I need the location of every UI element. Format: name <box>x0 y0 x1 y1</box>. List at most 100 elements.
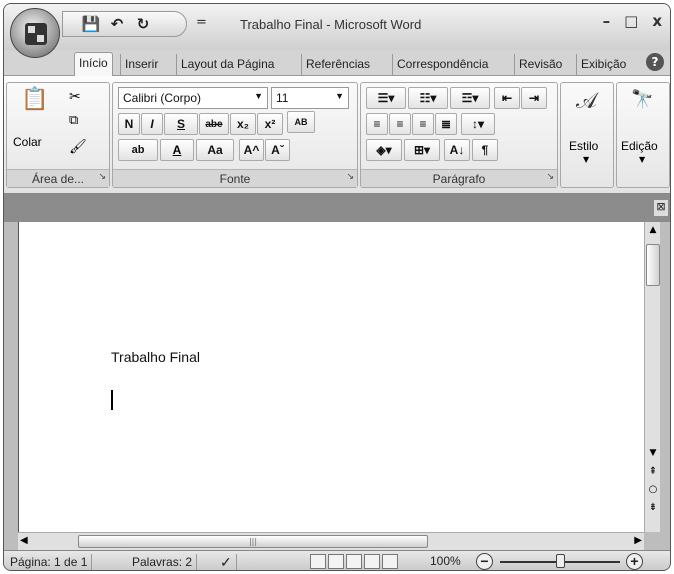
clear-formatting-button[interactable]: AB <box>287 111 315 133</box>
align-center-button[interactable]: ≡ <box>389 113 411 135</box>
word-window: 💾 ↶ ↻ = Trabalho Final - Microsoft Word … <box>3 3 671 571</box>
font-name-combo[interactable]: Calibri (Corpo) ▼ <box>118 87 268 109</box>
highlight-button[interactable]: ab <box>118 139 158 161</box>
increase-indent-button[interactable]: ⇥ <box>521 87 547 109</box>
font-group: Calibri (Corpo) ▼ 11 ▼ N I S abe x₂ x² AB … <box>112 82 358 188</box>
vertical-scrollbar[interactable]: ▲ ▼ ⇞ ○ ⇟ <box>644 222 660 532</box>
close-button[interactable]: x <box>652 12 662 30</box>
document-page[interactable]: Trabalho Final <box>18 222 644 532</box>
tab-referencias[interactable]: Referências <box>301 54 374 76</box>
tab-layout[interactable]: Layout da Página <box>176 54 278 76</box>
tab-revisao[interactable]: Revisão <box>514 54 566 76</box>
borders-button[interactable]: ⊞▾ <box>404 139 440 161</box>
previous-page-icon[interactable]: ⇞ <box>645 466 661 482</box>
next-page-icon[interactable]: ⇟ <box>645 502 661 518</box>
outline-view-icon[interactable] <box>364 554 380 569</box>
clipboard-group-label: Área de... ↘ <box>7 169 109 187</box>
spelling-icon[interactable]: ✓ <box>216 554 237 570</box>
quick-access-toolbar: 💾 ↶ ↻ <box>62 11 187 37</box>
strikethrough-button[interactable]: abe <box>199 113 229 135</box>
style-icon: 𝒜 <box>576 89 597 114</box>
ribbon-tabs: Início Inserir Layout da Página Referênc… <box>4 50 670 77</box>
tab-inicio[interactable]: Início <box>74 52 113 77</box>
ribbon: 📋 Colar ✂ ⧉ 🖌 Área de... ↘ Calibri (Corpo… <box>4 76 670 194</box>
minimize-button[interactable]: – <box>603 12 611 30</box>
maximize-button[interactable]: □ <box>624 12 638 30</box>
browse-object-icon[interactable]: ○ <box>645 484 661 500</box>
zoom-in-icon[interactable]: + <box>626 553 643 570</box>
bullets-button[interactable]: ☰▾ <box>366 87 406 109</box>
shading-button[interactable]: ◈▾ <box>366 139 402 161</box>
sort-button[interactable]: A↓ <box>444 139 470 161</box>
copy-icon[interactable]: ⧉ <box>69 113 78 128</box>
zoom-level[interactable]: 100% <box>430 554 461 568</box>
window-title: Trabalho Final - Microsoft Word <box>240 17 422 32</box>
align-right-button[interactable]: ≡ <box>412 113 434 135</box>
ruler-area <box>4 194 670 222</box>
draft-view-icon[interactable] <box>382 554 398 569</box>
show-marks-button[interactable]: ¶ <box>472 139 498 161</box>
vertical-scroll-thumb[interactable] <box>646 244 660 286</box>
styles-group[interactable]: 𝒜 Estilo ▼ <box>560 82 614 188</box>
numbering-button[interactable]: ☷▾ <box>408 87 448 109</box>
status-bar: Página: 1 de 1 Palavras: 2 ✓ 100% − + <box>4 550 670 570</box>
tab-correspondencia[interactable]: Correspondência <box>392 54 492 76</box>
horizontal-scroll-thumb[interactable]: ||| <box>78 535 428 548</box>
title-bar: 💾 ↶ ↻ = Trabalho Final - Microsoft Word … <box>4 4 670 50</box>
document-text[interactable]: Trabalho Final <box>111 349 200 365</box>
justify-button[interactable]: ≣ <box>435 113 457 135</box>
editing-group[interactable]: 🔭 Edição ▼ <box>616 82 670 188</box>
zoom-out-icon[interactable]: − <box>476 553 493 570</box>
text-cursor <box>111 390 113 410</box>
paste-icon[interactable]: 📋 <box>21 87 48 112</box>
view-ruler-icon[interactable]: ⊠ <box>654 200 668 216</box>
undo-icon[interactable]: ↶ <box>107 15 127 33</box>
zoom-slider-thumb[interactable] <box>556 554 565 568</box>
font-launcher-icon[interactable]: ↘ <box>346 167 354 185</box>
paste-button[interactable]: Colar <box>13 135 42 149</box>
scroll-down-icon[interactable]: ▼ <box>645 448 661 464</box>
clipboard-group: 📋 Colar ✂ ⧉ 🖌 Área de... ↘ <box>6 82 110 188</box>
align-left-button[interactable]: ≡ <box>366 113 388 135</box>
cut-icon[interactable]: ✂ <box>69 89 81 105</box>
page-count[interactable]: Página: 1 de 1 <box>6 554 93 570</box>
paragraph-launcher-icon[interactable]: ↘ <box>546 167 554 185</box>
tab-exibicao[interactable]: Exibição <box>576 54 630 76</box>
window-controls: – □ x <box>603 12 662 30</box>
editing-label: Edição <box>621 139 658 153</box>
change-case-button[interactable]: Aa <box>196 139 234 161</box>
grow-font-button[interactable]: A^ <box>239 139 264 161</box>
find-icon: 🔭 <box>631 89 654 110</box>
subscript-button[interactable]: x₂ <box>230 113 256 135</box>
scroll-up-icon[interactable]: ▲ <box>645 222 661 238</box>
font-group-label: Fonte ↘ <box>113 169 357 187</box>
paragraph-group-label: Parágrafo ↘ <box>361 169 557 187</box>
dialog-launcher-icon[interactable]: ↘ <box>98 167 106 185</box>
customize-qat-button[interactable]: = <box>196 15 207 30</box>
styles-label: Estilo <box>569 139 599 153</box>
save-icon[interactable]: 💾 <box>81 15 101 33</box>
help-icon[interactable]: ? <box>646 53 664 71</box>
scroll-left-icon[interactable]: ◀ <box>20 535 28 546</box>
office-button[interactable] <box>10 8 60 58</box>
superscript-button[interactable]: x² <box>257 113 283 135</box>
scroll-right-icon[interactable]: ▶ <box>634 535 642 546</box>
italic-button[interactable]: I <box>141 113 163 135</box>
tab-inserir[interactable]: Inserir <box>120 54 162 76</box>
full-screen-view-icon[interactable] <box>328 554 344 569</box>
shrink-font-button[interactable]: Aˇ <box>265 139 290 161</box>
web-layout-view-icon[interactable] <box>346 554 362 569</box>
line-spacing-button[interactable]: ↕▾ <box>461 113 495 135</box>
bold-button[interactable]: N <box>118 113 140 135</box>
redo-icon[interactable]: ↻ <box>133 15 153 33</box>
horizontal-scrollbar[interactable]: ◀ ||| ▶ <box>18 532 644 550</box>
format-painter-icon[interactable]: 🖌 <box>69 139 87 155</box>
word-count[interactable]: Palavras: 2 <box>128 554 198 570</box>
font-color-button[interactable]: A <box>160 139 194 161</box>
font-size-combo[interactable]: 11 ▼ <box>271 87 349 109</box>
print-layout-view-icon[interactable] <box>310 554 326 569</box>
decrease-indent-button[interactable]: ⇤ <box>494 87 520 109</box>
paragraph-group: ☰▾ ☷▾ ☲▾ ⇤ ⇥ ≡ ≡ ≡ ≣ ↕▾ ◈▾ ⊞▾ A↓ ¶ Parág… <box>360 82 558 188</box>
underline-button[interactable]: S <box>164 113 198 135</box>
multilevel-list-button[interactable]: ☲▾ <box>450 87 490 109</box>
